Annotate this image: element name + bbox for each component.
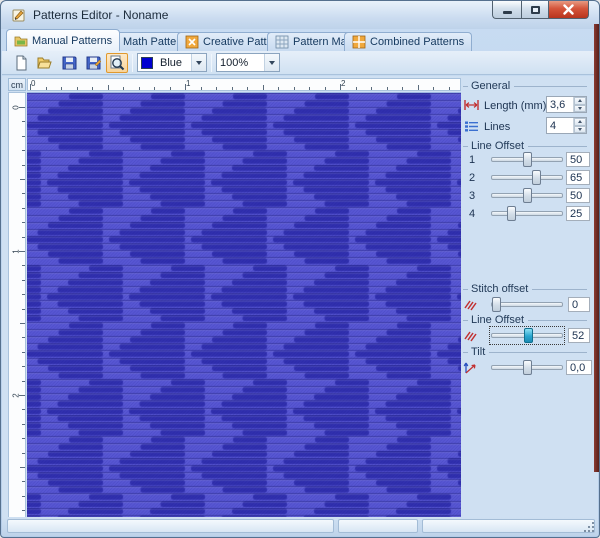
tilt-value[interactable]: 0,0 [566,360,592,375]
stitch-offset-hatch-icon [464,300,477,311]
slider-track[interactable] [491,302,563,307]
app-icon [11,7,27,23]
line-offset-row-label: 2 [469,171,476,184]
status-bar [2,517,598,536]
open-button[interactable] [34,53,56,73]
zoom-select-value: 100% [220,56,249,69]
line-offset-row-label: 3 [469,189,476,202]
tab-label: Combined Patterns [370,36,465,48]
color-select-value: Blue [160,56,183,69]
slider-track[interactable] [491,175,563,180]
close-button[interactable] [549,1,589,19]
line-offset2-slider[interactable] [489,326,565,345]
manual-patterns-icon [14,36,28,46]
horizontal-ruler: 012 [27,78,461,91]
stitch-offset-value[interactable]: 0 [568,297,590,312]
save-button[interactable] [58,53,80,73]
line-offset-row-label: 4 [469,207,476,220]
lines-icon [465,121,478,132]
length-spin-down[interactable] [574,104,586,112]
toolbar-separator [132,53,133,72]
length-input[interactable]: 3,6 [546,96,587,113]
line-offset-value-4[interactable]: 25 [566,206,590,221]
ruler-unit-label: cm [8,78,26,91]
pattern-masks-icon [275,35,289,49]
length-value[interactable]: 3,6 [547,97,573,112]
lines-label: Lines [484,120,511,133]
tab-combined-patterns[interactable]: Combined Patterns [344,32,473,51]
slider-thumb[interactable] [522,188,532,203]
line-offset-slider-1[interactable] [491,152,563,167]
pattern-canvas[interactable] [27,92,461,522]
close-icon [563,4,574,15]
stitch-offset-group-header: Stitch offset [463,283,587,295]
tilt-group-header: Tilt [463,346,587,358]
length-icon [464,100,479,110]
line-offset2-value[interactable]: 52 [568,328,590,343]
combined-patterns-icon [352,35,366,49]
window-title: Patterns Editor - Noname [33,8,169,22]
slider-thumb[interactable] [522,152,532,167]
status-panel-1 [7,519,334,533]
resize-grip[interactable] [584,522,594,532]
pattern-color-select[interactable]: Blue [137,53,207,72]
save-as-icon [86,56,101,70]
length-label: Length (mm) [484,99,547,112]
toolbar-separator [211,53,212,72]
maximize-icon [530,5,540,14]
line-offset-slider-4[interactable] [491,206,563,221]
line-offset-value-1[interactable]: 50 [566,152,590,167]
maximize-button[interactable] [521,1,549,19]
slider-thumb[interactable] [506,206,516,221]
lines-spin-down[interactable] [574,125,586,133]
window-controls [492,1,589,19]
settings-panel: General Length (mm) 3,6 Lines 4 Line Off… [461,76,596,517]
length-spin-up[interactable] [574,97,586,105]
slider-thumb[interactable] [531,170,541,185]
tilt-icon [463,362,476,374]
creative-patterns-icon [185,35,199,49]
preview-button[interactable] [106,52,128,73]
vertical-ruler: 012 [8,92,26,522]
line-offset-row-label: 1 [469,153,476,166]
status-panel-3 [422,519,595,533]
slider-thumb[interactable] [492,297,502,312]
magnifier-icon [110,55,125,70]
save-as-button[interactable] [82,53,104,73]
tab-label: Manual Patterns [32,34,113,47]
main-toolbar: Blue 100% [2,51,598,75]
zoom-select[interactable]: 100% [216,53,280,72]
tilt-slider[interactable] [491,360,563,375]
window-frame-edge [594,24,599,472]
tab-bar: Manual Patterns Math Patterns Creative P… [1,29,599,51]
new-document-icon [16,55,26,70]
minimize-button[interactable] [492,1,521,19]
slider-thumb[interactable] [522,360,532,375]
new-button[interactable] [10,53,32,73]
slider-thumb[interactable] [523,328,533,343]
lines-value[interactable]: 4 [547,118,573,133]
minimize-icon [502,11,512,14]
line-offset-value-2[interactable]: 65 [566,170,590,185]
color-swatch [141,56,153,69]
line-offset-hatch-icon [464,331,477,342]
lines-spin-up[interactable] [574,118,586,126]
line-offset-value-3[interactable]: 50 [566,188,590,203]
tab-manual-patterns[interactable]: Manual Patterns [6,29,121,51]
app-window: Patterns Editor - Noname Manual Patterns [0,0,600,538]
title-bar: Patterns Editor - Noname [1,1,599,29]
save-icon [62,56,76,70]
lines-input[interactable]: 4 [546,117,587,134]
status-panel-2 [338,519,418,533]
line-offset-slider-3[interactable] [491,188,563,203]
line-offset-slider-2[interactable] [491,170,563,185]
slider-track[interactable] [491,211,563,216]
general-group-header: General [463,80,587,92]
workspace: cm 012 012 General Length (mm) 3,6 Lines… [2,76,598,522]
chevron-down-icon[interactable] [191,54,206,71]
open-folder-icon [36,57,52,69]
stitch-offset-slider[interactable] [491,297,563,312]
chevron-down-icon[interactable] [264,54,279,71]
line-offset2-group-header: Line Offset [463,314,587,326]
